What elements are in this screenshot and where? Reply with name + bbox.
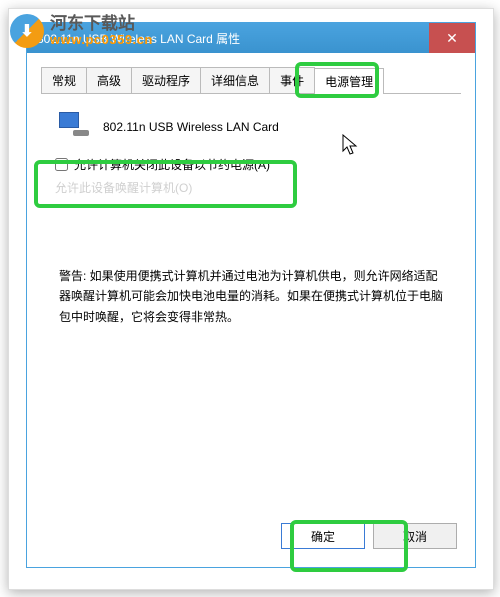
properties-dialog: 802.11n USB Wireless LAN Card 属性 ✕ 常规 高级…: [26, 22, 476, 568]
allow-power-off-row[interactable]: 允许计算机关闭此设备以节约电源(A): [55, 156, 461, 173]
device-header: 802.11n USB Wireless LAN Card: [59, 112, 461, 142]
tab-advanced[interactable]: 高级: [86, 67, 132, 93]
close-button[interactable]: ✕: [429, 23, 475, 53]
ok-button[interactable]: 确定: [281, 523, 365, 549]
tab-events[interactable]: 事件: [269, 67, 315, 93]
tab-driver[interactable]: 驱动程序: [131, 67, 201, 93]
allow-power-off-label: 允许计算机关闭此设备以节约电源(A): [74, 156, 270, 173]
warning-text: 警告: 如果使用便携式计算机并通过电池为计算机供电，则允许网络适配器唤醒计算机可…: [59, 266, 443, 327]
network-adapter-icon: [59, 112, 93, 142]
allow-wake-row: 允许此设备唤醒计算机(O): [55, 179, 461, 196]
tab-general[interactable]: 常规: [41, 67, 87, 93]
device-name: 802.11n USB Wireless LAN Card: [103, 120, 279, 134]
tab-strip: 常规 高级 驱动程序 详细信息 事件 电源管理: [41, 67, 461, 94]
close-icon: ✕: [446, 30, 458, 47]
allow-power-off-checkbox[interactable]: [55, 158, 68, 171]
window-title: 802.11n USB Wireless LAN Card 属性: [37, 30, 429, 47]
tab-details[interactable]: 详细信息: [200, 67, 270, 93]
tab-power-management[interactable]: 电源管理: [314, 68, 384, 94]
title-bar: 802.11n USB Wireless LAN Card 属性 ✕: [27, 23, 475, 53]
cancel-button[interactable]: 取消: [373, 523, 457, 549]
